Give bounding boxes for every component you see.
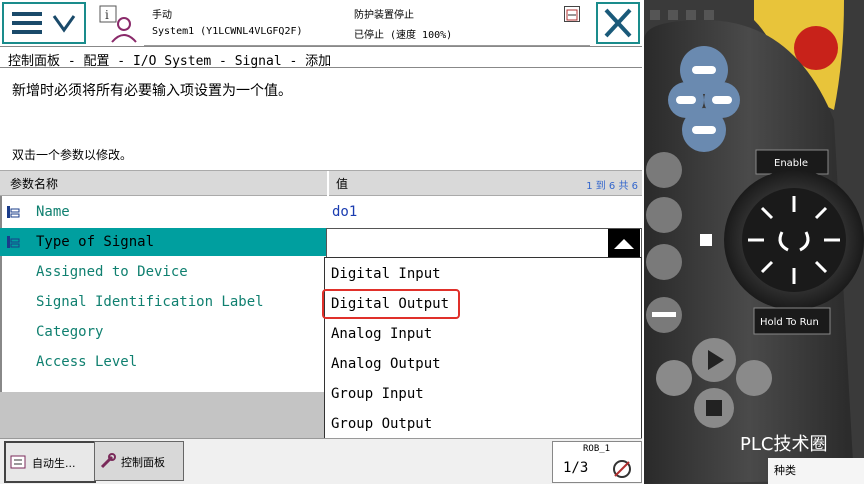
option-analog-output[interactable]: Analog Output bbox=[331, 356, 441, 372]
hint-text: 双击一个参数以修改。 bbox=[12, 148, 133, 162]
breadcrumb: 控制面板 - 配置 - I/O System - Signal - 添加 bbox=[0, 46, 642, 69]
type-of-signal-select[interactable] bbox=[326, 228, 642, 258]
parameter-icon bbox=[7, 206, 20, 218]
state-text: 已停止 (速度 100%) bbox=[354, 30, 453, 41]
safety-text: 防护装置停止 bbox=[354, 10, 414, 21]
system-text: System1 (Y1LCWNL4VLGFQ2F) bbox=[152, 26, 303, 37]
option-digital-input[interactable]: Digital Input bbox=[331, 266, 441, 282]
table-row-selected[interactable]: Type of Signal bbox=[0, 228, 326, 256]
task-fraction: 1/3 bbox=[563, 460, 589, 476]
pendant-graphic: Enable Hold To Run PLC技术圈 种类 bbox=[644, 0, 864, 484]
signal-type-dropdown: Digital Input Digital Output Analog Inpu… bbox=[324, 257, 642, 439]
instruction-text: 新增时必须将所有必要输入项设置为一个值。 bbox=[12, 83, 292, 99]
option-group-output[interactable]: Group Output bbox=[331, 416, 432, 432]
table-row[interactable]: Name do1 bbox=[0, 198, 642, 228]
event-log-button[interactable]: i bbox=[90, 2, 142, 44]
flexpendant-device: Enable Hold To Run PLC技术圈 种类 bbox=[644, 0, 864, 484]
user-info-icon: i bbox=[99, 5, 137, 43]
quickset-icon[interactable] bbox=[564, 6, 580, 22]
param-name[interactable]: Signal Identification Label bbox=[36, 294, 264, 310]
parameter-icon bbox=[7, 236, 20, 248]
taskbar-label: 控制面板 bbox=[121, 456, 165, 469]
watermark-text: PLC技术圈 bbox=[740, 434, 827, 455]
param-name[interactable]: Category bbox=[36, 324, 103, 340]
taskbar-label: 自动生... bbox=[32, 457, 76, 470]
param-name[interactable]: Assigned to Device bbox=[36, 264, 188, 280]
menu-icon bbox=[12, 12, 76, 34]
option-group-input[interactable]: Group Input bbox=[331, 386, 424, 402]
taskbar-autogen-button[interactable]: 自动生... bbox=[4, 441, 96, 483]
col-name-header: 参数名称 bbox=[10, 177, 59, 191]
table-header: 参数名称 值 1 到 6 共 6 bbox=[0, 170, 642, 197]
param-name[interactable]: Access Level bbox=[36, 354, 137, 370]
wrench-icon bbox=[100, 453, 116, 469]
close-icon bbox=[604, 8, 632, 38]
svg-text:i: i bbox=[105, 8, 109, 22]
empty-area bbox=[0, 392, 326, 438]
col-value-header: 值 bbox=[336, 177, 349, 191]
option-analog-input[interactable]: Analog Input bbox=[331, 326, 432, 342]
program-icon bbox=[10, 455, 26, 469]
main-menu-button[interactable] bbox=[2, 2, 86, 44]
status-bar: 手动 System1 (Y1LCWNL4VLGFQ2F) 防护装置停止 已停止 … bbox=[144, 0, 590, 46]
highlight-annotation bbox=[322, 289, 460, 319]
param-value: do1 bbox=[332, 204, 358, 220]
taskbar-control-panel-button[interactable]: 控制面板 bbox=[94, 441, 184, 481]
quickset-rob-button[interactable]: ROB_1 1/3 bbox=[552, 441, 642, 483]
dropdown-toggle[interactable] bbox=[608, 229, 640, 257]
enable-label: Enable bbox=[774, 158, 808, 169]
rob-label: ROB_1 bbox=[583, 444, 611, 454]
chevron-up-icon bbox=[614, 239, 634, 249]
row-count: 1 到 6 共 6 bbox=[586, 181, 638, 192]
mode-text: 手动 bbox=[152, 10, 172, 21]
close-button[interactable] bbox=[596, 2, 640, 44]
speed-icon bbox=[613, 460, 631, 478]
param-name: Type of Signal bbox=[36, 234, 155, 250]
taskbar: 自动生... 控制面板 ROB_1 1/3 bbox=[0, 438, 642, 484]
hold-label: Hold To Run bbox=[760, 317, 819, 328]
bottom-text: 种类 bbox=[774, 463, 796, 477]
param-name: Name bbox=[36, 204, 70, 220]
